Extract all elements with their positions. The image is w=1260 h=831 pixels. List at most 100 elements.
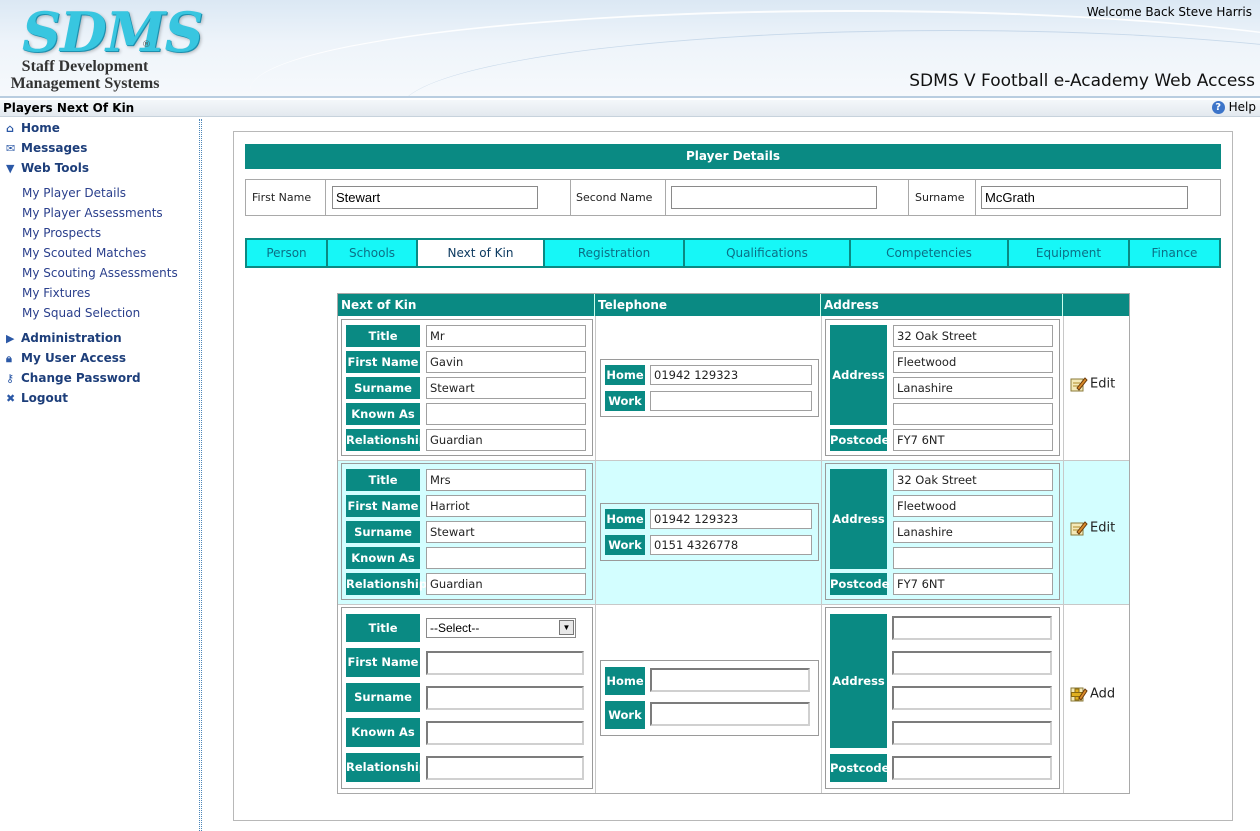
postcode-value[interactable]: FY7 6NT: [893, 573, 1053, 595]
address-line-1-input[interactable]: [892, 616, 1052, 640]
address-line-3[interactable]: Lanashire: [893, 521, 1053, 543]
lock-icon: 🔒︎: [6, 352, 12, 365]
column-header-action: [1063, 294, 1129, 316]
tab-equipment[interactable]: Equipment: [1009, 240, 1128, 266]
messages-icon: ✉: [6, 142, 16, 155]
nav-my-fixtures[interactable]: My Fixtures: [22, 286, 90, 300]
tab-finance[interactable]: Finance: [1130, 240, 1219, 266]
column-header-telephone: Telephone: [595, 294, 821, 316]
tab-competencies[interactable]: Competencies: [851, 240, 1007, 266]
nav-my-player-details[interactable]: My Player Details: [22, 186, 126, 200]
nav-home[interactable]: ⌂ Home: [6, 121, 60, 135]
address-line-2-input[interactable]: [892, 651, 1052, 675]
edit-button[interactable]: Edit: [1070, 376, 1115, 392]
dropdown-arrow-icon: ▼: [559, 620, 574, 635]
nav-messages-label: Messages: [21, 141, 88, 155]
nav-my-player-assessments[interactable]: My Player Assessments: [22, 206, 163, 220]
nav-change-password[interactable]: ⚷ Change Password: [6, 371, 141, 385]
work-phone-input[interactable]: [650, 702, 810, 726]
first-name-value[interactable]: Gavin: [426, 351, 586, 373]
address-line-4[interactable]: [893, 547, 1053, 569]
address-line-4[interactable]: [893, 403, 1053, 425]
title-select[interactable]: --Select-- ▼: [426, 618, 576, 638]
home-label: Home: [605, 667, 645, 695]
address-line-1[interactable]: 32 Oak Street: [893, 325, 1053, 347]
address-label: Address: [830, 325, 887, 425]
title-bar: Players Next Of Kin ? Help: [0, 100, 1260, 117]
welcome-message: Welcome Back Steve Harris: [1086, 5, 1252, 19]
known-as-value[interactable]: [426, 547, 586, 569]
surname-value[interactable]: Stewart: [426, 377, 586, 399]
edit-label: Edit: [1090, 520, 1116, 536]
tab-schools[interactable]: Schools: [328, 240, 416, 266]
help-link[interactable]: ? Help: [1211, 100, 1256, 114]
work-label: Work: [605, 535, 645, 555]
tab-next-of-kin[interactable]: Next of Kin: [418, 240, 543, 266]
title-label: Title: [346, 469, 420, 491]
address-line-2[interactable]: Fleetwood: [893, 351, 1053, 373]
known-as-value[interactable]: [426, 403, 586, 425]
relationship-input[interactable]: [426, 756, 584, 780]
surname-field[interactable]: McGrath: [981, 186, 1188, 209]
address-label: Address: [830, 469, 887, 569]
address-line-4-input[interactable]: [892, 721, 1052, 745]
nav-web-tools-label: Web Tools: [21, 161, 90, 175]
address-label: Address: [830, 614, 887, 748]
key-icon: ⚷: [6, 372, 15, 385]
title-value[interactable]: Mr: [426, 325, 586, 347]
postcode-value[interactable]: FY7 6NT: [893, 429, 1053, 451]
surname-value[interactable]: Stewart: [426, 521, 586, 543]
first-name-input[interactable]: [426, 651, 584, 675]
sidebar-divider: [199, 119, 202, 831]
address-line-2[interactable]: Fleetwood: [893, 495, 1053, 517]
relationship-value[interactable]: Guardian: [426, 429, 586, 451]
home-icon: ⌂: [6, 122, 14, 135]
app-header: SDMS ® Staff Development Management Syst…: [0, 0, 1260, 98]
nav-my-prospects[interactable]: My Prospects: [22, 226, 101, 240]
first-name-label: First Name: [346, 495, 420, 517]
surname-label: Surname: [346, 683, 420, 712]
relationship-value[interactable]: Guardian: [426, 573, 586, 595]
tab-person[interactable]: Person: [247, 240, 326, 266]
work-phone-value[interactable]: [650, 391, 812, 411]
edit-label: Edit: [1090, 376, 1116, 392]
address-line-3-input[interactable]: [892, 686, 1052, 710]
second-name-field[interactable]: [671, 186, 877, 209]
title-value[interactable]: Mrs: [426, 469, 586, 491]
logo-subtitle-line2: Management Systems: [10, 75, 160, 92]
second-name-label: Second Name: [576, 191, 653, 204]
work-phone-value[interactable]: 0151 4326778: [650, 535, 812, 555]
surname-input[interactable]: [426, 686, 584, 710]
first-name-value[interactable]: Harriot: [426, 495, 586, 517]
title-label: Title: [346, 614, 420, 642]
edit-button[interactable]: Edit: [1070, 520, 1115, 536]
nav-my-scouted-matches[interactable]: My Scouted Matches: [22, 246, 146, 260]
tab-registration[interactable]: Registration: [545, 240, 683, 266]
add-icon: [1070, 687, 1088, 702]
known-as-input[interactable]: [426, 721, 584, 745]
nav-messages[interactable]: ✉ Messages: [6, 141, 87, 155]
edit-icon: [1070, 377, 1088, 392]
add-button[interactable]: Add: [1070, 686, 1115, 702]
tab-qualifications[interactable]: Qualifications: [685, 240, 849, 266]
nav-logout[interactable]: ✖ Logout: [6, 391, 68, 405]
help-label: Help: [1228, 100, 1256, 114]
nav-administration[interactable]: ▶ Administration: [6, 331, 122, 345]
nav-my-scouting-assessments[interactable]: My Scouting Assessments: [22, 266, 178, 280]
postcode-label: Postcode: [830, 754, 889, 782]
nav-web-tools[interactable]: ▼ Web Tools: [6, 161, 89, 175]
address-line-3[interactable]: Lanashire: [893, 377, 1053, 399]
nav-my-squad-selection[interactable]: My Squad Selection: [22, 306, 140, 320]
registered-mark: ®: [142, 40, 151, 50]
postcode-input[interactable]: [892, 756, 1052, 780]
home-phone-value[interactable]: 01942 129323: [650, 365, 812, 385]
title-select-value: --Select--: [430, 621, 480, 635]
first-name-field[interactable]: Stewart: [332, 186, 538, 209]
first-name-label: First Name: [346, 648, 420, 677]
address-line-1[interactable]: 32 Oak Street: [893, 469, 1053, 491]
nav-change-password-label: Change Password: [21, 371, 141, 385]
nav-my-user-access[interactable]: 🔒︎ My User Access: [6, 351, 126, 366]
home-phone-value[interactable]: 01942 129323: [650, 509, 812, 529]
next-of-kin-table: Next of Kin Telephone Address Title Mr F…: [337, 293, 1130, 794]
home-phone-input[interactable]: [650, 668, 810, 692]
